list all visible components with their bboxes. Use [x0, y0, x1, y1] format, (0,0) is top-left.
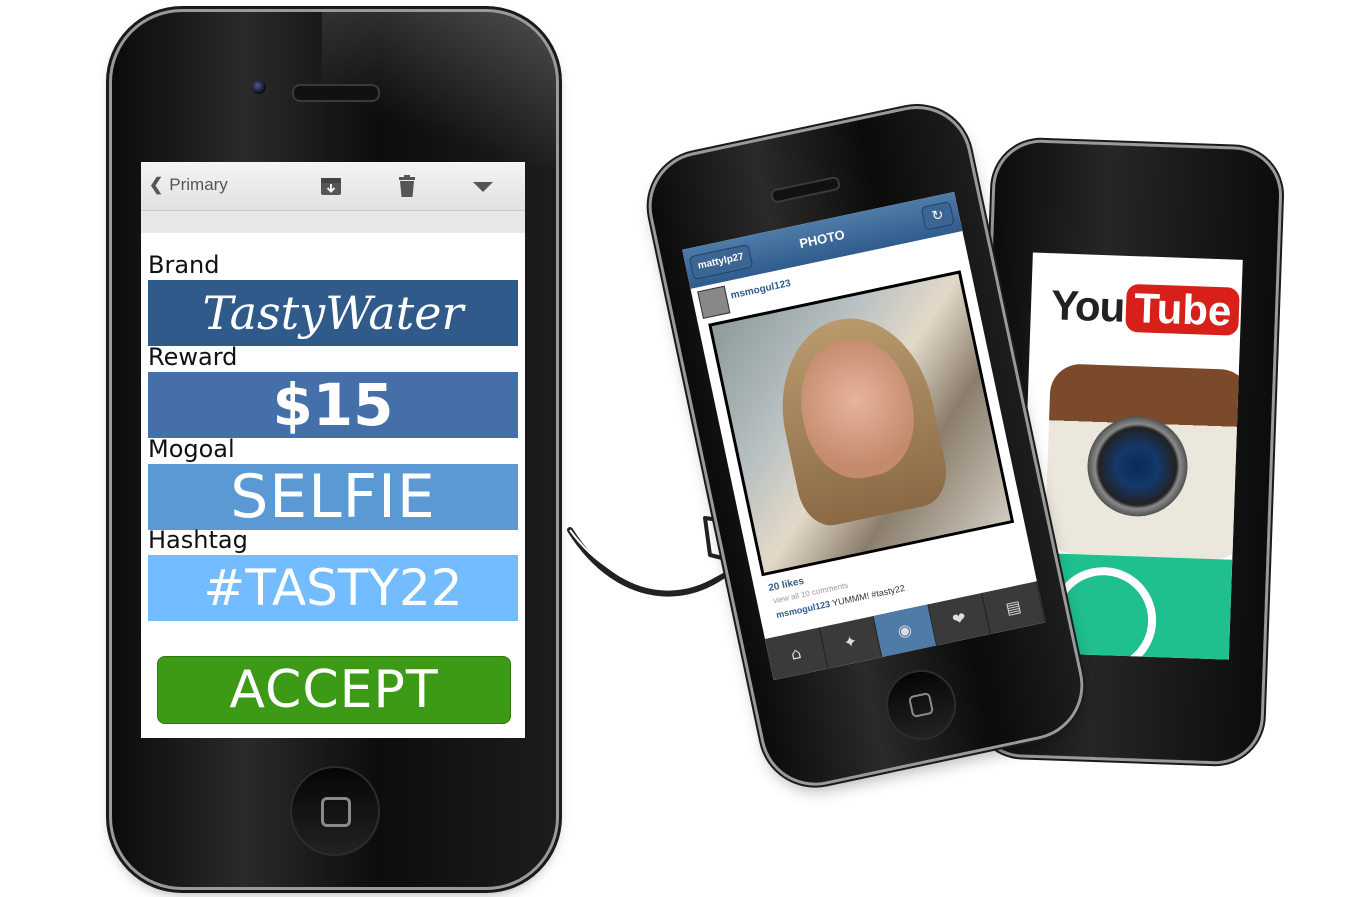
mail-body: Brand TastyWater Reward $15 Mogoal SELFI… [141, 233, 525, 738]
reward-value: $15 [148, 372, 518, 438]
post-username[interactable]: msmogul123 [730, 278, 792, 301]
reward-label: Reward [148, 343, 238, 371]
mogoal-value: SELFIE [148, 464, 518, 530]
archive-icon[interactable] [319, 174, 343, 198]
accept-button[interactable]: ACCEPT [157, 656, 511, 724]
earpiece-speaker [292, 84, 380, 102]
brand-value: TastyWater [148, 280, 518, 346]
camera-icon[interactable]: ◉ [873, 604, 937, 657]
camera-lens-icon [1085, 414, 1190, 519]
back-button[interactable]: ❮ Primary [149, 175, 228, 195]
chevron-left-icon: ❮ [149, 175, 164, 194]
earpiece-speaker [769, 175, 842, 204]
dropdown-icon[interactable] [471, 174, 495, 198]
mail-toolbar: ❮ Primary [141, 162, 525, 211]
instagram-screen: mattylp27 PHOTO ↻ msmogul123 20 likes vi… [682, 191, 1046, 681]
home-icon[interactable]: ⌂ [764, 627, 829, 681]
home-button[interactable] [879, 663, 963, 747]
home-button[interactable] [290, 766, 380, 856]
front-camera [252, 80, 266, 94]
selfie-photo[interactable] [708, 270, 1015, 577]
left-phone: ❮ Primary Brand TastyWater Reward $15 Mog… [112, 12, 556, 887]
instagram-title: PHOTO [797, 226, 847, 252]
avatar[interactable] [697, 285, 731, 319]
email-screen: ❮ Primary Brand TastyWater Reward $15 Mog… [141, 162, 525, 738]
explore-icon[interactable]: ✦ [819, 615, 883, 669]
hashtag-value: #TASTY22 [148, 555, 518, 621]
mogoal-label: Mogoal [148, 435, 235, 463]
brand-label: Brand [148, 251, 220, 279]
toolbar-shadow [141, 211, 525, 233]
hashtag-label: Hashtag [148, 526, 248, 554]
news-icon[interactable]: ❤ [928, 592, 992, 646]
youtube-icon[interactable]: You Tube [1050, 281, 1241, 336]
profile-icon[interactable]: ▤ [982, 581, 1046, 634]
instagram-app-icon[interactable] [1044, 363, 1243, 561]
instagram-header: mattylp27 PHOTO ↻ [682, 191, 963, 289]
refresh-icon[interactable]: ↻ [920, 200, 955, 231]
youtube-tube-text: Tube [1125, 283, 1241, 336]
back-label: Primary [169, 175, 228, 194]
trash-icon[interactable] [395, 174, 419, 198]
youtube-you-text: You [1050, 281, 1126, 331]
